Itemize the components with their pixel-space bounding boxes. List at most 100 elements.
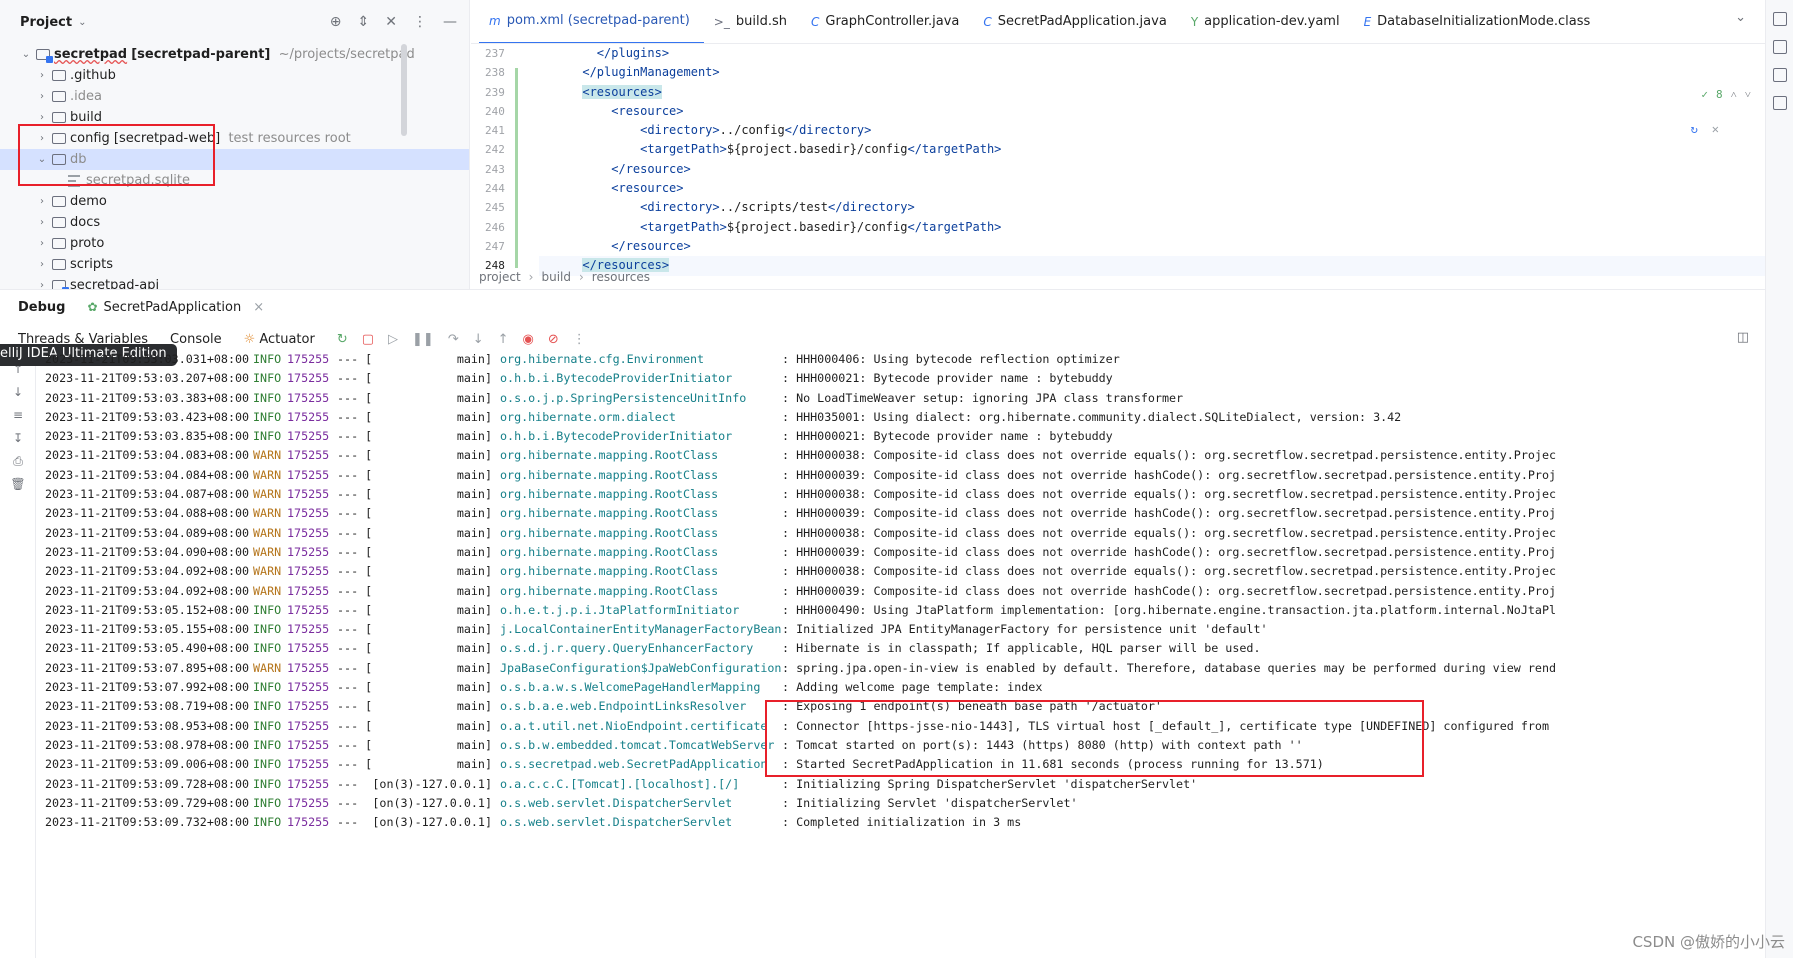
database-icon[interactable] xyxy=(1772,12,1787,26)
log-line: 2023-11-21T09:53:07.992+08:00 INFO 175255-… xyxy=(45,680,1043,695)
tab-database-initialization-mode[interactable]: E DatabaseInitializationMode.class xyxy=(1354,0,1605,43)
tab-secretpad-application[interactable]: C SecretPadApplication.java xyxy=(973,0,1180,43)
tab-pom-xml[interactable]: m pom.xml (secretpad-parent) xyxy=(479,0,704,43)
more-options-icon[interactable]: ⋮ xyxy=(413,14,427,30)
tab-label: pom.xml (secretpad-parent) xyxy=(506,13,690,28)
tree-item-idea[interactable]: › .idea xyxy=(0,86,469,107)
chevron-right-icon[interactable]: › xyxy=(34,133,50,144)
code-editor[interactable]: 237 238 239 240 241 242 243 244 245 246 … xyxy=(471,44,1793,296)
text-file-icon xyxy=(68,174,80,187)
console-output[interactable]: 2023-11-21T09:53:03.031+08:00 INFO 175255-… xyxy=(37,350,1765,958)
tree-item-build[interactable]: › build xyxy=(0,107,469,128)
close-icon[interactable]: × xyxy=(253,300,264,315)
line-number: 244 xyxy=(485,182,505,196)
tree-item-github[interactable]: › .github xyxy=(0,65,469,86)
chevron-right-icon[interactable]: › xyxy=(34,70,50,81)
tab-application-dev-yaml[interactable]: Y application-dev.yaml xyxy=(1181,0,1354,43)
project-view-selector[interactable]: Project ⌄ xyxy=(20,15,86,30)
scroll-to-end-icon[interactable]: ↧ xyxy=(0,427,36,450)
chevron-right-icon[interactable]: › xyxy=(34,196,50,207)
pause-icon[interactable]: ❚❚ xyxy=(412,332,434,347)
chevron-right-icon[interactable]: › xyxy=(34,217,50,228)
watermark: CSDN @傲娇的小小云 xyxy=(1632,933,1785,951)
tree-item-module: [secretpad-parent] xyxy=(131,47,271,62)
code-line: <targetPath>${project.basedir}/config</t… xyxy=(640,219,1002,234)
hide-panel-icon[interactable]: — xyxy=(443,14,457,30)
chevron-down-icon[interactable]: ˅ xyxy=(1745,88,1751,101)
tab-console[interactable]: Console xyxy=(170,332,222,347)
view-breakpoints-icon[interactable]: ◉ xyxy=(523,332,534,347)
tree-item-demo[interactable]: › demo xyxy=(0,191,469,212)
tree-item-proto[interactable]: › proto xyxy=(0,233,469,254)
debug-session-tab[interactable]: ✿ SecretPadApplication × xyxy=(87,300,264,315)
chevron-down-icon: ⌄ xyxy=(78,16,87,28)
tab-label: SecretPadApplication.java xyxy=(997,14,1167,29)
chevron-down-icon[interactable]: ⌄ xyxy=(34,154,50,165)
soft-wrap-icon[interactable]: ≡ xyxy=(0,404,36,427)
debug-panel: Debug ✿ SecretPadApplication × Threads &… xyxy=(0,289,1765,958)
tab-build-sh[interactable]: >_ build.sh xyxy=(704,0,801,43)
code-line: <resource> xyxy=(611,181,684,196)
expand-all-icon[interactable]: ⇕ xyxy=(358,14,370,30)
rerun-icon[interactable]: ↻ xyxy=(337,332,348,347)
close-icon[interactable]: ✕ xyxy=(1712,122,1719,136)
breadcrumb-item[interactable]: project xyxy=(479,270,521,284)
locate-icon[interactable]: ⊕ xyxy=(330,14,342,30)
chevron-down-icon[interactable]: ⌄ xyxy=(18,49,34,60)
breadcrumb-separator: › xyxy=(528,270,534,284)
code-line: </resource> xyxy=(611,238,691,253)
line-number: 242 xyxy=(485,143,505,157)
code-line: <directory>../config</directory> xyxy=(640,123,872,138)
inspection-widget[interactable]: ✓ 8 ˄ ˅ xyxy=(1701,88,1751,101)
ai-assistant-icon[interactable] xyxy=(1772,96,1787,110)
maven-reload-icon[interactable]: ↻ xyxy=(1691,122,1698,136)
tree-item-config[interactable]: › config [secretpad-web] test resources … xyxy=(0,128,469,149)
check-icon: ✓ xyxy=(1701,88,1708,101)
layout-settings-icon[interactable]: ◫ xyxy=(1737,330,1749,345)
arrow-down-icon[interactable]: ↓ xyxy=(0,381,36,404)
chevron-up-icon[interactable]: ˄ xyxy=(1731,88,1737,101)
maven-tool-icon[interactable] xyxy=(1772,40,1787,54)
log-line: 2023-11-21T09:53:05.490+08:00 INFO 175255-… xyxy=(45,641,1261,656)
notifications-icon[interactable] xyxy=(1772,68,1787,82)
project-header: Project ⌄ ⊕ ⇕ ✕ ⋮ — xyxy=(0,0,469,44)
resources-folder-icon xyxy=(52,133,66,144)
tree-item-root[interactable]: ⌄ secretpad [secretpad-parent] ~/project… xyxy=(0,44,469,65)
step-into-icon[interactable]: ↓ xyxy=(473,332,484,347)
stop-icon[interactable]: ▢ xyxy=(362,332,374,347)
tab-graph-controller[interactable]: C GraphController.java xyxy=(801,0,973,43)
more-options-icon[interactable]: ⋮ xyxy=(573,332,586,347)
tree-item-label: db xyxy=(70,152,87,167)
tab-label: Actuator xyxy=(259,331,315,347)
log-line: 2023-11-21T09:53:09.728+08:00 INFO 175255-… xyxy=(45,776,1198,791)
tree-item-label: secretpad.sqlite xyxy=(86,173,191,188)
breadcrumb-item[interactable]: build xyxy=(541,270,571,284)
tree-item-docs[interactable]: › docs xyxy=(0,212,469,233)
tree-item-sqlite[interactable]: secretpad.sqlite xyxy=(0,170,469,191)
chevron-right-icon[interactable]: › xyxy=(34,91,50,102)
tree-item-db[interactable]: ⌄ db xyxy=(0,149,469,170)
project-tools: ⊕ ⇕ ✕ ⋮ — xyxy=(330,14,457,30)
breadcrumb-item[interactable]: resources xyxy=(592,270,650,284)
chevron-down-icon[interactable]: ⌄ xyxy=(1735,10,1746,25)
step-out-icon[interactable]: ↑ xyxy=(498,332,509,347)
java-class-icon: C xyxy=(983,14,992,29)
vcs-change-marker[interactable] xyxy=(515,68,518,268)
step-over-icon[interactable]: ↷ xyxy=(448,332,459,347)
chevron-right-icon[interactable]: › xyxy=(34,112,50,123)
tree-item-scripts[interactable]: › scripts xyxy=(0,254,469,275)
clear-all-icon[interactable]: 🗑 xyxy=(0,473,36,496)
print-icon[interactable]: ⎙ xyxy=(0,450,36,473)
tab-actuator[interactable]: ☼ Actuator xyxy=(244,332,315,347)
collapse-all-icon[interactable]: ✕ xyxy=(385,14,397,30)
chevron-right-icon[interactable]: › xyxy=(34,259,50,270)
chevron-right-icon[interactable]: › xyxy=(34,238,50,249)
maven-reload-popup: ↻ ✕ xyxy=(1691,122,1719,136)
folder-icon xyxy=(52,259,66,270)
line-number: 240 xyxy=(485,104,505,118)
mute-breakpoints-icon[interactable]: ⊘ xyxy=(548,332,559,347)
resume-icon[interactable]: ▷ xyxy=(388,332,398,347)
log-line: 2023-11-21T09:53:09.729+08:00 INFO 175255-… xyxy=(45,795,1078,810)
shell-script-icon: >_ xyxy=(713,14,730,29)
project-scrollbar[interactable] xyxy=(401,44,407,136)
